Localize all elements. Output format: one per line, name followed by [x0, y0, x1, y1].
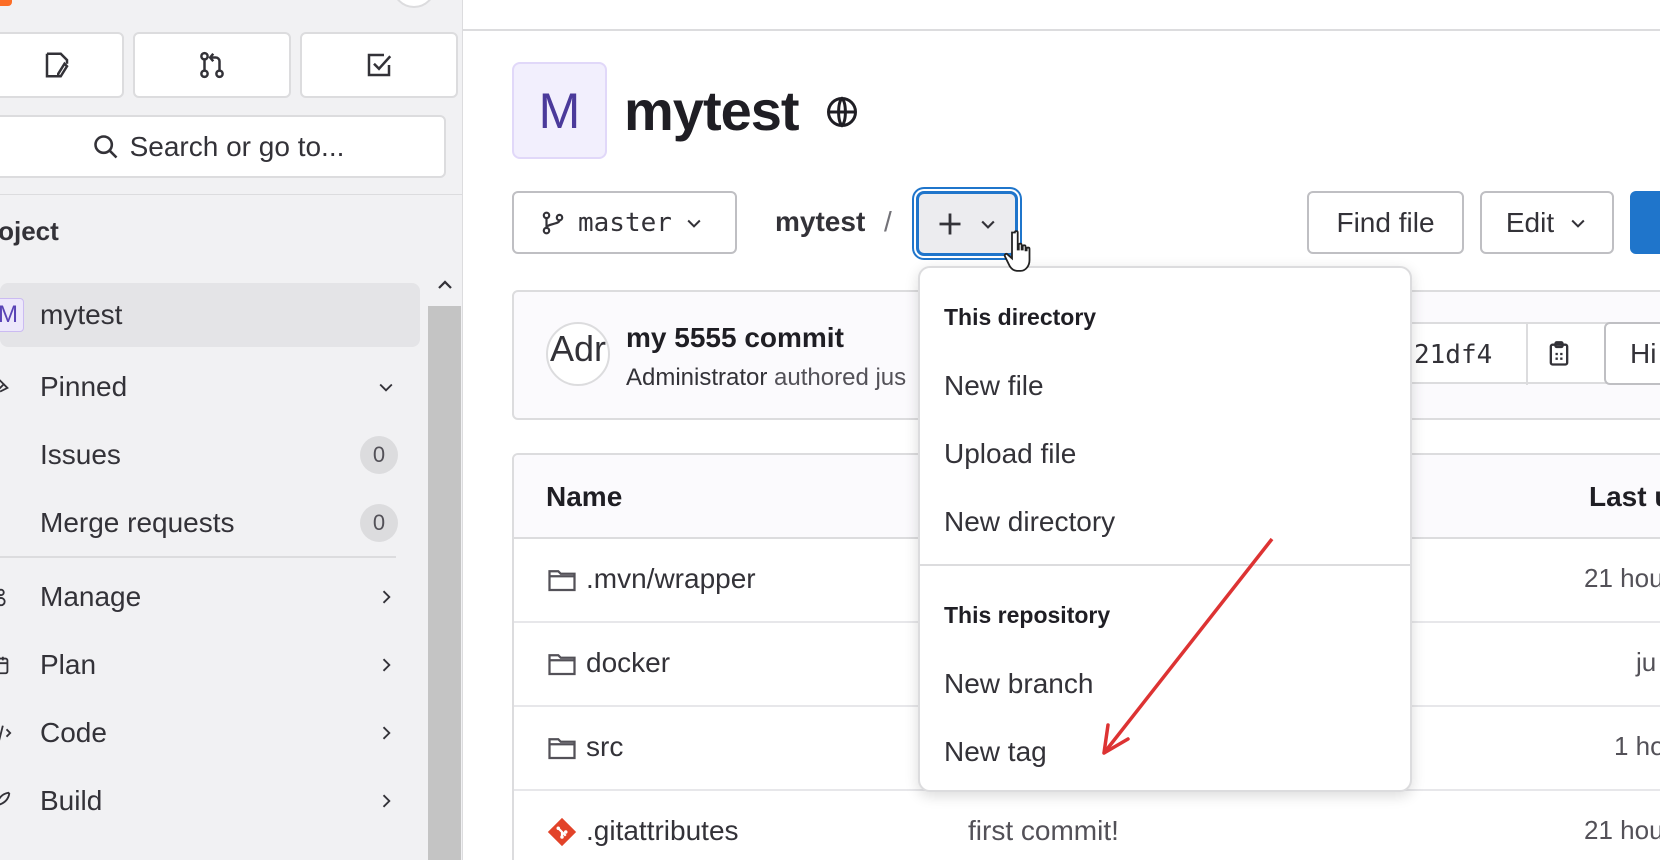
project-avatar-small: M	[0, 298, 24, 332]
chevron-down-icon	[981, 220, 995, 229]
scroll-up-icon[interactable]	[436, 276, 454, 294]
pin-icon	[0, 372, 14, 402]
calendar-icon	[0, 650, 14, 680]
plus-icon	[939, 213, 961, 234]
hand-cursor-icon	[1003, 230, 1031, 272]
edit-button[interactable]: Edit	[1480, 191, 1614, 254]
commit-title[interactable]: my 5555 commit	[626, 322, 844, 354]
merge-requests-shortcut-button[interactable]	[133, 32, 291, 98]
code-button[interactable]	[1630, 191, 1660, 254]
file-name-link[interactable]: .mvn/wrapper	[586, 563, 756, 595]
folder-icon	[548, 738, 576, 760]
scrollbar-thumb[interactable]	[428, 306, 461, 860]
project-avatar: M	[512, 62, 607, 159]
new-branch-menu-item[interactable]: New branch	[944, 668, 1093, 700]
file-name-link[interactable]: .gitattributes	[586, 815, 739, 847]
chevron-right-icon	[374, 789, 398, 813]
commit-meta: Administrator authored jus	[626, 364, 906, 392]
code-icon	[0, 718, 14, 748]
sidebar: Search or go to... roject M mytest Pinne…	[0, 0, 463, 860]
branch-selector[interactable]: master	[512, 191, 737, 254]
search-placeholder: Search or go to...	[129, 130, 345, 162]
sidebar-item-code[interactable]: Code	[0, 701, 420, 765]
clipboard-icon	[1549, 340, 1569, 366]
rocket-icon	[0, 786, 14, 816]
sidebar-item-project[interactable]: M mytest	[0, 283, 420, 347]
branch-name: master	[578, 207, 672, 238]
file-name-link[interactable]: docker	[586, 647, 670, 679]
upload-file-menu-item[interactable]: Upload file	[944, 438, 1076, 470]
issues-shortcut-button[interactable]	[0, 32, 124, 98]
sidebar-section-title: roject	[0, 216, 59, 246]
chevron-right-icon	[374, 721, 398, 745]
folder-icon	[548, 654, 576, 676]
annotation-arrow	[1102, 537, 1274, 755]
folder-icon	[548, 570, 576, 592]
edit-label: Edit	[1505, 206, 1555, 238]
merge-request-icon	[200, 51, 224, 79]
divider	[0, 194, 462, 195]
breadcrumb-root[interactable]: mytest	[775, 206, 865, 238]
branch-icon	[542, 211, 564, 234]
column-header-last-update: Last u	[1589, 481, 1660, 512]
sidebar-item-pinned[interactable]: Pinned	[0, 355, 420, 419]
chevron-down-icon	[374, 375, 398, 399]
table-row[interactable]: .gitattributes first commit! 21 hou	[514, 791, 1660, 860]
file-last-commit[interactable]: first commit!	[968, 815, 1119, 847]
commit-author-link[interactable]: Administrator	[626, 364, 767, 391]
sidebar-item-label: mytest	[40, 299, 123, 330]
new-directory-menu-item[interactable]: New directory	[944, 506, 1115, 538]
sidebar-item-merge-requests[interactable]: Merge requests 0	[0, 491, 420, 555]
new-file-menu-item[interactable]: New file	[944, 370, 1044, 402]
todo-checkbox-icon	[367, 53, 392, 77]
sidebar-item-label: Manage	[40, 581, 142, 612]
file-name-link[interactable]: src	[586, 731, 623, 763]
count-badge: 0	[360, 436, 398, 474]
sidebar-item-label: Issues	[40, 439, 121, 470]
sidebar-item-build[interactable]: Build	[0, 769, 420, 833]
user-avatar[interactable]	[392, 0, 436, 8]
chevron-down-icon	[1571, 219, 1585, 228]
commit-meta-text: authored jus	[774, 364, 907, 391]
count-badge: 0	[360, 504, 398, 542]
copy-sha-button[interactable]	[1526, 322, 1590, 385]
file-last-update: 1 ho	[1614, 731, 1660, 761]
chevron-down-icon	[687, 219, 701, 228]
chevron-right-icon	[374, 653, 398, 677]
globe-icon	[827, 96, 857, 128]
column-header-name: Name	[546, 481, 623, 512]
sidebar-scrollbar[interactable]	[428, 270, 461, 860]
gitlab-logo-icon[interactable]	[0, 0, 12, 6]
file-last-update: ju	[1636, 647, 1657, 677]
sidebar-item-label: Code	[40, 717, 107, 748]
users-icon	[0, 582, 14, 612]
breadcrumb-separator: /	[884, 206, 892, 237]
find-file-button[interactable]: Find file	[1307, 191, 1464, 254]
divider	[0, 556, 396, 558]
sidebar-item-label: Merge requests	[40, 507, 235, 538]
sidebar-item-label: Pinned	[40, 371, 128, 402]
sidebar-item-label: Plan	[40, 649, 97, 680]
search-button[interactable]: Search or go to...	[0, 115, 446, 178]
sidebar-item-manage[interactable]: Manage	[0, 565, 420, 629]
issues-icon	[45, 52, 69, 78]
todos-shortcut-button[interactable]	[300, 32, 458, 98]
dropdown-group-header: This directory	[944, 304, 1097, 330]
dropdown-group-header: This repository	[944, 602, 1111, 628]
git-file-icon	[547, 817, 577, 847]
sidebar-item-label: Build	[40, 785, 103, 816]
file-last-update: 21 hou	[1584, 815, 1660, 845]
page-title: mytest	[624, 79, 800, 142]
commit-sha[interactable]: 21df4	[1414, 340, 1492, 370]
search-icon	[93, 134, 118, 158]
history-button[interactable]: Hi	[1604, 322, 1660, 385]
new-tag-menu-item[interactable]: New tag	[944, 736, 1047, 768]
sidebar-item-issues[interactable]: Issues 0	[0, 423, 420, 487]
commit-author-avatar[interactable]: Adr	[546, 322, 610, 386]
divider	[463, 29, 1660, 31]
file-last-update: 21 hou	[1584, 563, 1660, 593]
sidebar-item-plan[interactable]: Plan	[0, 633, 420, 697]
chevron-right-icon	[374, 585, 398, 609]
